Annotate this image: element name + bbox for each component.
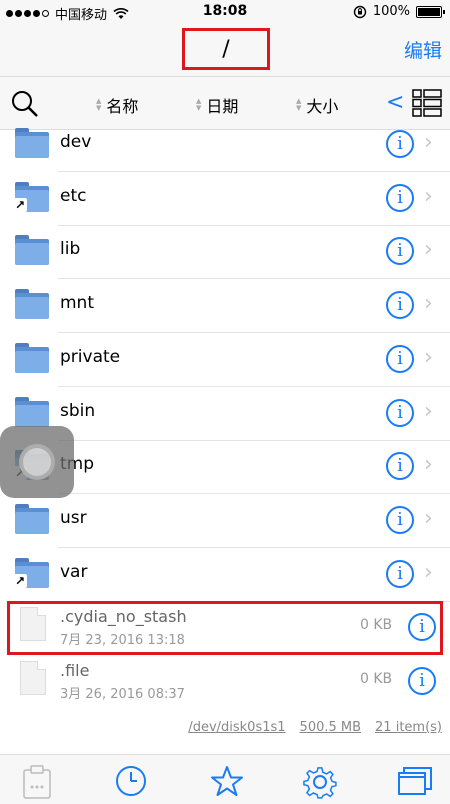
status-right: 100% <box>353 4 445 19</box>
battery-percent: 100% <box>372 4 410 19</box>
file-name: .cydia_no_stash <box>60 607 187 626</box>
chevron-right-icon[interactable]: › <box>424 184 433 209</box>
file-size: 0 KB <box>360 617 393 633</box>
item-count-link[interactable]: 21 item(s) <box>375 720 442 735</box>
windows-icon[interactable] <box>398 765 432 795</box>
folder-row[interactable]: ↗ var i › <box>0 548 450 602</box>
search-icon[interactable] <box>10 89 40 119</box>
info-icon[interactable]: i <box>386 560 414 588</box>
file-row[interactable]: .cydia_no_stash 7月 23, 2016 13:18 0 KB i <box>0 601 450 655</box>
sort-arrows-icon: ▲ ▼ <box>196 97 202 112</box>
file-name: .file <box>60 661 90 680</box>
tab-bar <box>0 754 450 804</box>
folder-row[interactable]: private i › <box>0 333 450 387</box>
sort-name-label: 名称 <box>106 97 139 116</box>
sort-by-name-button[interactable]: ▲ ▼ 名称 <box>96 93 138 117</box>
chevron-right-icon[interactable]: › <box>424 560 433 585</box>
info-icon[interactable]: i <box>386 237 414 265</box>
sort-by-date-button[interactable]: ▲ ▼ 日期 <box>196 93 238 117</box>
folder-row[interactable]: dev i › <box>0 118 450 172</box>
info-icon[interactable]: i <box>386 345 414 373</box>
sort-arrows-icon: ▲ ▼ <box>296 97 302 112</box>
folder-row[interactable]: usr i › <box>0 494 450 548</box>
list-view-icon[interactable] <box>412 89 442 117</box>
info-icon[interactable]: i <box>386 452 414 480</box>
folder-icon <box>15 397 49 427</box>
rotation-lock-icon <box>353 5 367 18</box>
info-icon[interactable]: i <box>386 130 414 158</box>
info-icon[interactable]: i <box>408 667 436 695</box>
folder-icon <box>15 343 49 373</box>
navigation-bar: / 编辑 <box>0 24 450 76</box>
chevron-right-icon[interactable]: › <box>424 130 433 155</box>
folder-icon: ↗ <box>13 558 49 588</box>
chevron-right-icon[interactable]: › <box>424 291 433 316</box>
folder-name: mnt <box>60 293 94 313</box>
clock-icon[interactable] <box>115 765 147 797</box>
folder-name: dev <box>60 132 92 152</box>
assistive-touch-button[interactable] <box>0 426 74 498</box>
info-icon[interactable]: i <box>386 399 414 427</box>
sort-size-label: 大小 <box>306 97 339 116</box>
file-icon <box>20 661 46 695</box>
disk-path-link[interactable]: /dev/disk0s1s1 <box>188 720 285 735</box>
folder-name: private <box>60 347 121 367</box>
folder-icon <box>15 128 49 158</box>
chevron-right-icon[interactable]: › <box>424 506 433 531</box>
folder-icon <box>15 289 49 319</box>
edit-button[interactable]: 编辑 <box>404 36 442 63</box>
folder-row[interactable]: lib i › <box>0 225 450 279</box>
info-icon[interactable]: i <box>386 184 414 212</box>
file-date: 7月 23, 2016 13:18 <box>60 633 185 648</box>
folder-icon: ↗ <box>13 182 49 212</box>
info-icon[interactable]: i <box>386 291 414 319</box>
folder-name: sbin <box>60 401 96 421</box>
volume-info: /dev/disk0s1s1 500.5 MB 21 item(s) <box>188 720 442 735</box>
chevron-right-icon[interactable]: › <box>424 237 433 262</box>
folder-row[interactable]: ↗ etc i › <box>0 172 450 226</box>
folder-icon <box>15 235 49 265</box>
chevron-right-icon[interactable]: › <box>424 345 433 370</box>
clipboard-icon[interactable] <box>22 765 52 799</box>
folder-name: var <box>60 562 88 582</box>
folder-name: lib <box>60 239 81 259</box>
assistive-touch-icon <box>19 444 55 480</box>
path-title: / <box>182 28 270 70</box>
sort-by-size-button[interactable]: ▲ ▼ 大小 <box>296 93 338 117</box>
gear-icon[interactable] <box>303 765 337 799</box>
collapse-chevron-icon[interactable]: < <box>386 90 404 115</box>
folder-icon <box>15 504 49 534</box>
chevron-right-icon[interactable]: › <box>424 399 433 424</box>
sort-date-label: 日期 <box>206 97 239 116</box>
folder-row[interactable]: mnt i › <box>0 279 450 333</box>
status-bar: 中国移动 18:08 100% <box>0 0 450 24</box>
file-size: 0 KB <box>360 671 393 687</box>
battery-icon <box>416 5 445 18</box>
folder-name: usr <box>60 508 87 528</box>
info-icon[interactable]: i <box>386 506 414 534</box>
info-icon[interactable]: i <box>408 613 436 641</box>
disk-capacity-link[interactable]: 500.5 MB <box>300 720 361 735</box>
file-icon <box>20 607 46 641</box>
symlink-arrow-icon: ↗ <box>13 574 27 588</box>
file-date: 3月 26, 2016 08:37 <box>60 687 185 702</box>
folder-name: etc <box>60 186 87 206</box>
symlink-arrow-icon: ↗ <box>13 198 27 212</box>
star-icon[interactable] <box>210 765 244 797</box>
file-row[interactable]: .file 3月 26, 2016 08:37 0 KB i <box>0 655 450 709</box>
chevron-right-icon[interactable]: › <box>424 452 433 477</box>
sort-arrows-icon: ▲ ▼ <box>96 97 102 112</box>
